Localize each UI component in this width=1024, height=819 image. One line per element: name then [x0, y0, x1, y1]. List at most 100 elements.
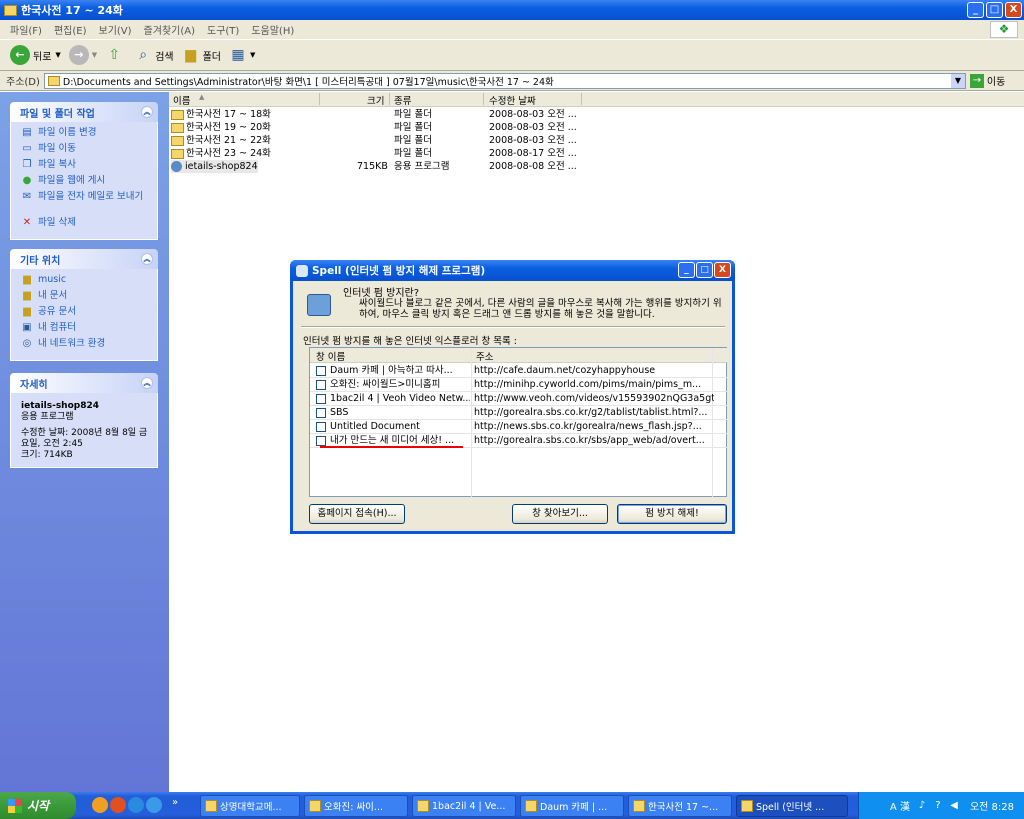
checkbox[interactable] — [316, 394, 326, 404]
window-list-label: 인터넷 펌 방지를 해 놓은 인터넷 익스플로러 창 목록 : — [303, 336, 517, 347]
task-rename[interactable]: ▤ 파일 이름 변경 — [21, 127, 151, 143]
dialog-minimize-button[interactable]: _ — [678, 262, 695, 278]
address-input[interactable]: D:\Documents and Settings\Administrator\… — [43, 72, 966, 89]
start-button[interactable]: 시작 — [0, 792, 76, 819]
chevron-right-icon[interactable]: » — [172, 797, 178, 808]
views-button[interactable]: ▦ ▼ — [229, 43, 255, 67]
quicklaunch-icon[interactable] — [92, 797, 108, 813]
back-button[interactable]: ← 뒤로 ▼ — [10, 43, 61, 67]
list-item[interactable]: Daum 카페 | 아늑하고 따사... http://cafe.daum.ne… — [310, 364, 728, 378]
col-size[interactable]: 크기 — [367, 93, 384, 107]
menu-edit[interactable]: 편집(E) — [54, 22, 87, 37]
task-copy[interactable]: ❐ 파일 복사 — [21, 159, 151, 175]
quicklaunch-icon[interactable] — [110, 797, 126, 813]
col-window-name[interactable]: 창 이름 — [316, 349, 345, 363]
panel-header[interactable]: 기타 위치 ︽ — [10, 249, 158, 269]
find-window-button[interactable]: 창 찾아보기... — [512, 504, 608, 524]
minimize-button[interactable]: _ — [967, 2, 984, 18]
file-row[interactable]: 한국사전 23 ~ 24화 파일 폴더 2008-08-17 오전 ... — [169, 147, 1024, 160]
chevron-down-icon[interactable]: ▼ — [55, 51, 60, 59]
close-button[interactable]: X — [1005, 2, 1022, 18]
checkbox[interactable] — [316, 380, 326, 390]
task-email[interactable]: ✉ 파일을 전자 메일로 보내기 — [21, 191, 151, 217]
maximize-button[interactable]: □ — [986, 2, 1003, 18]
panel-header[interactable]: 파일 및 폴더 작업 ︽ — [10, 102, 158, 122]
place-shared-documents[interactable]: ▆ 공유 문서 — [21, 306, 151, 322]
search-button[interactable]: ⌕ 검색 — [134, 43, 173, 67]
folder-icon: ▆ — [23, 274, 31, 285]
checkbox[interactable] — [316, 436, 326, 446]
col-modified[interactable]: 수정한 날짜 — [489, 93, 536, 107]
collapse-chevron-icon[interactable]: ︽ — [141, 253, 153, 265]
list-item[interactable]: 내가 만드는 새 미디어 세상! ... http://gorealra.sbs… — [310, 434, 728, 448]
folders-button[interactable]: ▆ 폴더 — [182, 43, 221, 67]
taskbar-item[interactable]: 오화진: 싸이... — [304, 795, 408, 817]
checkbox[interactable] — [316, 408, 326, 418]
file-row[interactable]: 한국사전 21 ~ 22화 파일 폴더 2008-08-03 오전 ... — [169, 134, 1024, 147]
separator — [301, 326, 725, 328]
place-network[interactable]: ◎ 내 네트워크 환경 — [21, 338, 151, 354]
homepage-button[interactable]: 홈페이지 접속(H)... — [309, 504, 405, 524]
taskbar-item[interactable]: 한국사전 17 ~... — [628, 795, 732, 817]
file-row[interactable]: 한국사전 17 ~ 18화 파일 폴더 2008-08-03 오전 ... — [169, 108, 1024, 121]
menu-favorites[interactable]: 즐겨찾기(A) — [144, 22, 195, 37]
list-item[interactable]: Untitled Document http://news.sbs.co.kr/… — [310, 420, 728, 434]
file-size: 715KB — [357, 161, 388, 172]
tray-icon[interactable]: ♪ — [916, 800, 928, 812]
dialog-title-bar[interactable]: Spell (인터넷 펌 방지 해제 프로그램) — [290, 260, 735, 281]
app-icon — [309, 800, 321, 812]
ie-icon[interactable] — [146, 797, 162, 813]
checkbox[interactable] — [316, 366, 326, 376]
release-button[interactable]: 펌 방지 해제! — [617, 504, 727, 524]
dialog-maximize-button[interactable]: □ — [696, 262, 713, 278]
chevron-down-icon[interactable]: ▼ — [250, 51, 255, 59]
menu-file[interactable]: 파일(F) — [10, 22, 42, 37]
taskbar-item[interactable]: 상명대학교메... — [200, 795, 300, 817]
file-type: 응용 프로그램 — [394, 161, 450, 172]
file-date: 2008-08-17 오전 ... — [489, 148, 577, 159]
panel-title: 파일 및 폴더 작업 — [20, 108, 95, 120]
task-delete[interactable]: ✕ 파일 삭제 — [21, 217, 151, 233]
task-move[interactable]: ▭ 파일 이동 — [21, 143, 151, 159]
window-title-bar[interactable]: 한국사전 17 ~ 24화 — [0, 0, 1024, 20]
panel-header[interactable]: 자세히 ︽ — [10, 373, 158, 393]
place-label: music — [38, 274, 67, 285]
menu-tools[interactable]: 도구(T) — [207, 22, 239, 37]
checkbox[interactable] — [316, 422, 326, 432]
file-type: 파일 폴더 — [394, 148, 432, 159]
dialog-close-button[interactable]: X — [714, 262, 731, 278]
menu-view[interactable]: 보기(V) — [99, 22, 132, 37]
col-url[interactable]: 주소 — [476, 349, 493, 363]
ime-indicator[interactable]: A 漢 — [890, 798, 910, 813]
chevron-down-icon[interactable]: ▼ — [950, 73, 965, 88]
list-item[interactable]: 오화진: 싸이월드>미니홈피 http://minihp.cyworld.com… — [310, 378, 728, 392]
forward-button[interactable]: → ▼ — [68, 43, 97, 67]
col-name[interactable]: 이름 — [173, 93, 190, 107]
file-row[interactable]: 한국사전 19 ~ 20화 파일 폴더 2008-08-03 오전 ... — [169, 121, 1024, 134]
go-button[interactable]: → 이동 — [969, 73, 1005, 88]
list-item[interactable]: 1bac2il 4 | Veoh Video Netw... http://ww… — [310, 392, 728, 406]
taskbar-item-active[interactable]: Spell (인터넷 ... — [736, 795, 848, 817]
computer-icon: ▣ — [22, 322, 32, 333]
place-my-computer[interactable]: ▣ 내 컴퓨터 — [21, 322, 151, 338]
window-url: http://cafe.daum.net/cozyhappyhouse — [474, 365, 656, 376]
list-item[interactable]: SBS http://gorealra.sbs.co.kr/g2/tablist… — [310, 406, 728, 420]
window-list[interactable]: 창 이름 주소 Daum 카페 | 아늑하고 따사... http://cafe… — [309, 347, 728, 498]
file-row[interactable]: ietails-shop824 715KB 응용 프로그램 2008-08-08… — [169, 160, 1024, 173]
taskbar-item[interactable]: Daum 카페 | ... — [520, 795, 624, 817]
detail-size: 크기: 714KB — [21, 450, 73, 460]
collapse-chevron-icon[interactable]: ︽ — [141, 106, 153, 118]
task-publish-web[interactable]: ● 파일을 웹에 게시 — [21, 175, 151, 191]
collapse-chevron-icon[interactable]: ︽ — [141, 377, 153, 389]
place-music[interactable]: ▆ music — [21, 274, 151, 290]
place-my-documents[interactable]: ▆ 내 문서 — [21, 290, 151, 306]
taskbar-item[interactable]: 1bac2il 4 | Ve... — [412, 795, 516, 817]
menu-help[interactable]: 도움말(H) — [251, 22, 294, 37]
file-tasks-panel: 파일 및 폴더 작업 ︽ ▤ 파일 이름 변경 ▭ 파일 이동 ❐ 파일 복사 ● 파일… — [10, 102, 158, 240]
help-icon[interactable]: ? — [932, 800, 944, 812]
quicklaunch-icon[interactable] — [128, 797, 144, 813]
up-folder-button[interactable]: ⇧ — [105, 43, 126, 67]
chevron-down-icon[interactable]: ▼ — [92, 51, 97, 59]
volume-icon[interactable]: ◀ — [948, 800, 960, 812]
col-type[interactable]: 종류 — [394, 93, 411, 107]
